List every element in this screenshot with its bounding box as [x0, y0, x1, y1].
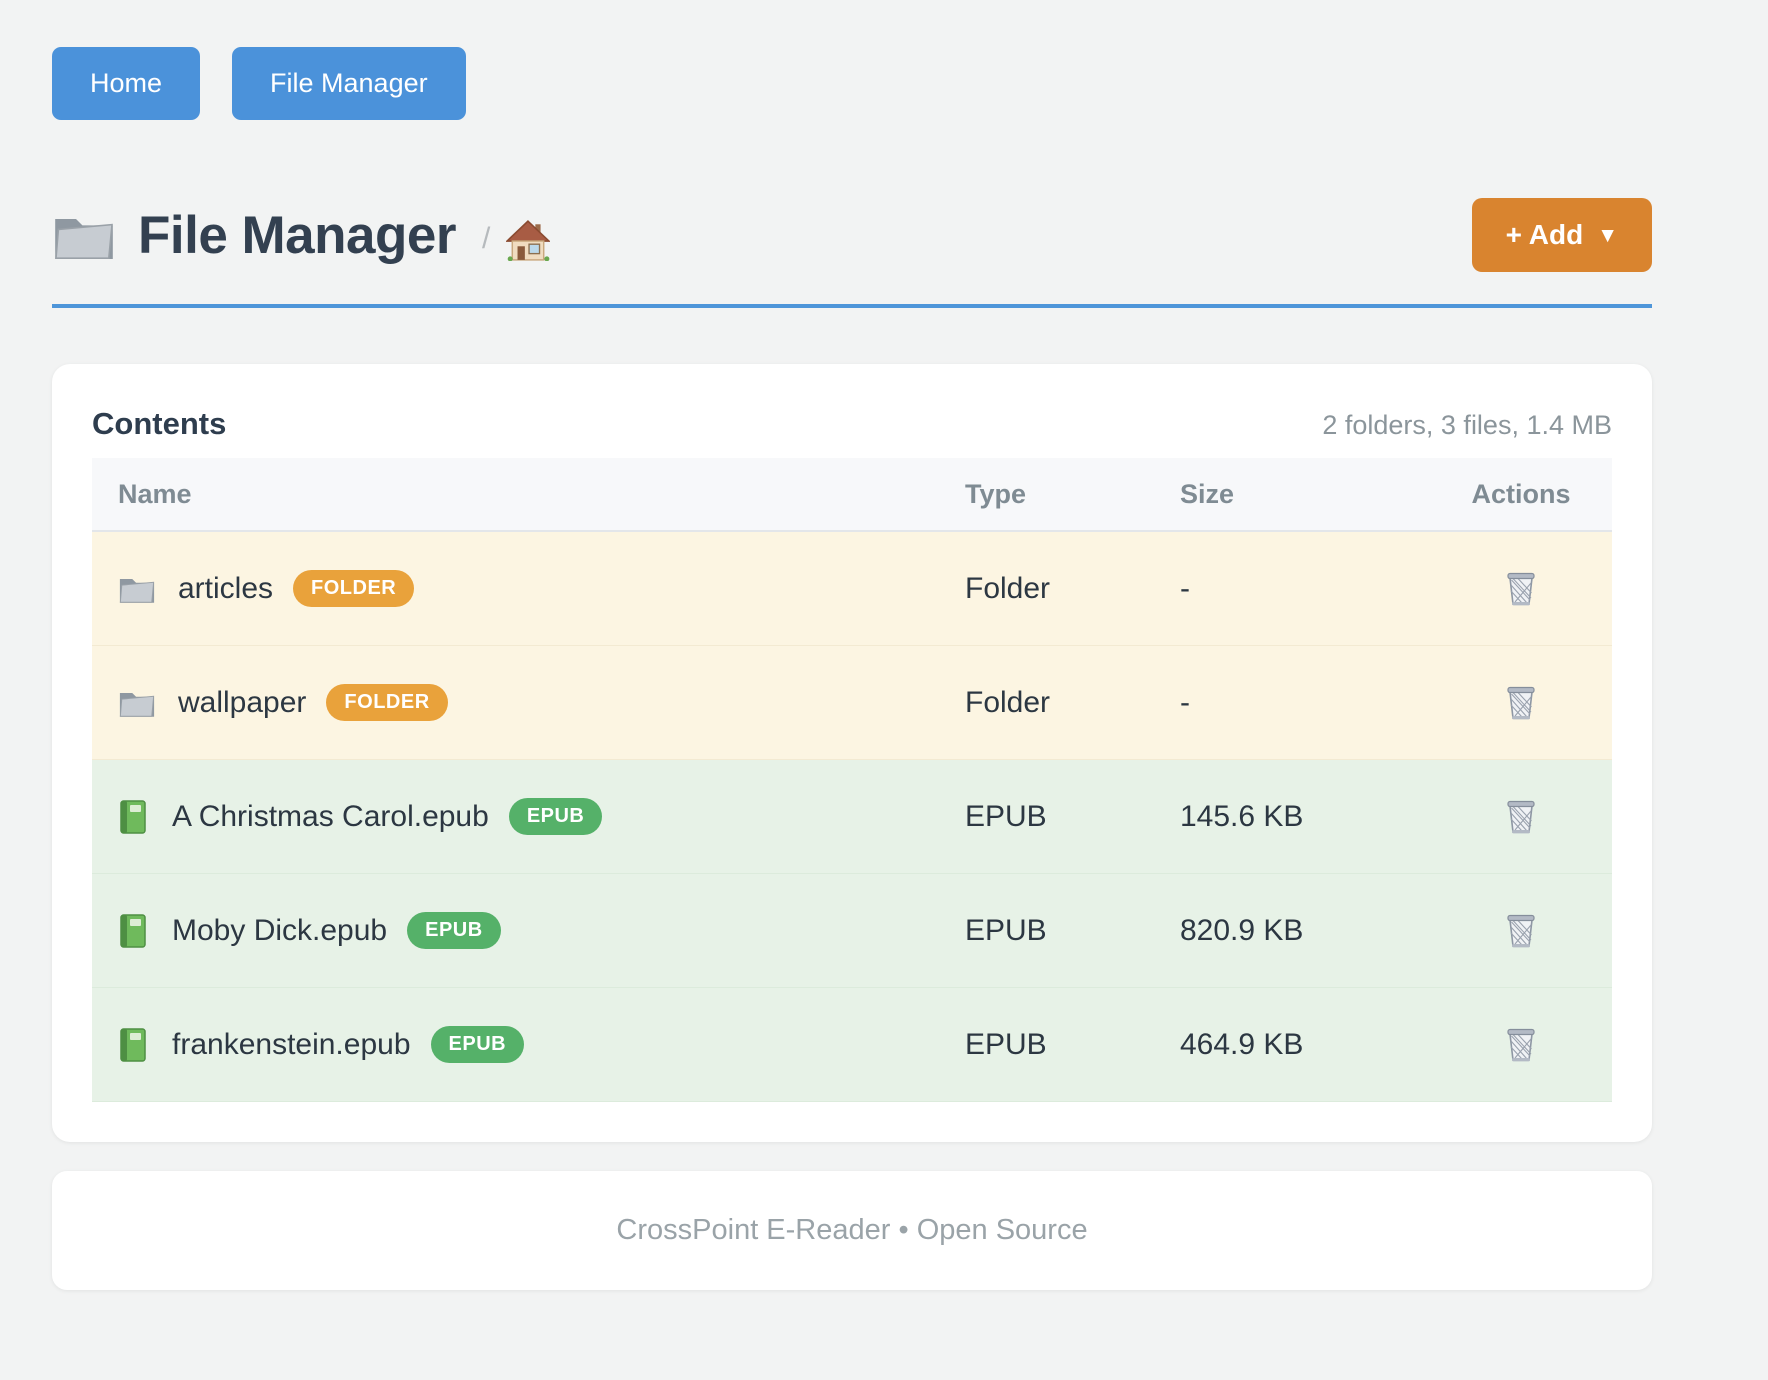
breadcrumb-separator: / — [482, 222, 490, 256]
file-actions-cell — [1430, 565, 1612, 613]
folder-icon — [52, 207, 116, 263]
table-row[interactable]: articles FOLDER Folder - — [92, 532, 1612, 646]
book-icon — [118, 799, 148, 835]
delete-button[interactable] — [1499, 793, 1543, 841]
trash-icon — [1503, 1025, 1539, 1065]
contents-heading: Contents — [92, 406, 226, 442]
column-header-actions: Actions — [1430, 479, 1612, 510]
file-name: wallpaper — [178, 686, 306, 720]
type-badge: EPUB — [431, 1026, 525, 1063]
file-type-cell: Folder — [965, 572, 1180, 606]
file-name: articles — [178, 572, 273, 606]
file-actions-cell — [1430, 679, 1612, 727]
file-name-cell[interactable]: wallpaper FOLDER — [92, 684, 965, 721]
file-table: Name Type Size Actions articles FOLDER F… — [92, 458, 1612, 1102]
table-row[interactable]: Moby Dick.epub EPUB EPUB 820.9 KB — [92, 874, 1612, 988]
contents-summary: 2 folders, 3 files, 1.4 MB — [1322, 410, 1612, 441]
file-type-cell: EPUB — [965, 914, 1180, 948]
file-size-cell: - — [1180, 686, 1430, 720]
file-actions-cell — [1430, 907, 1612, 955]
footer-text: CrossPoint E-Reader • Open Source — [616, 1214, 1087, 1247]
folder-icon — [118, 572, 156, 605]
file-name-cell[interactable]: frankenstein.epub EPUB — [92, 1026, 965, 1063]
title-group: File Manager / — [52, 205, 550, 266]
file-type-cell: EPUB — [965, 800, 1180, 834]
trash-icon — [1503, 683, 1539, 723]
type-badge: FOLDER — [326, 684, 447, 721]
top-nav: Home File Manager — [52, 0, 1652, 120]
table-header-row: Name Type Size Actions — [92, 458, 1612, 532]
table-row[interactable]: A Christmas Carol.epub EPUB EPUB 145.6 K… — [92, 760, 1612, 874]
type-badge: EPUB — [407, 912, 501, 949]
file-type-cell: Folder — [965, 686, 1180, 720]
delete-button[interactable] — [1499, 565, 1543, 613]
divider — [52, 304, 1652, 308]
page: Home File Manager File Manager / + Add ▼… — [52, 0, 1652, 1290]
file-type-cell: EPUB — [965, 1028, 1180, 1062]
file-name-cell[interactable]: A Christmas Carol.epub EPUB — [92, 798, 965, 835]
delete-button[interactable] — [1499, 907, 1543, 955]
column-header-name: Name — [92, 479, 965, 510]
delete-button[interactable] — [1499, 679, 1543, 727]
table-body: articles FOLDER Folder - wallpaper FOLDE… — [92, 532, 1612, 1102]
file-size-cell: 464.9 KB — [1180, 1028, 1430, 1062]
table-row[interactable]: frankenstein.epub EPUB EPUB 464.9 KB — [92, 988, 1612, 1102]
trash-icon — [1503, 911, 1539, 951]
folder-icon — [118, 686, 156, 719]
contents-card: Contents 2 folders, 3 files, 1.4 MB Name… — [52, 364, 1652, 1142]
footer-card: CrossPoint E-Reader • Open Source — [52, 1171, 1652, 1290]
type-badge: FOLDER — [293, 570, 414, 607]
home-button[interactable]: Home — [52, 47, 200, 120]
add-button-label: + Add — [1506, 221, 1584, 249]
book-icon — [118, 1027, 148, 1063]
file-actions-cell — [1430, 1021, 1612, 1069]
table-row[interactable]: wallpaper FOLDER Folder - — [92, 646, 1612, 760]
trash-icon — [1503, 797, 1539, 837]
contents-card-header: Contents 2 folders, 3 files, 1.4 MB — [92, 406, 1612, 442]
page-title: File Manager — [138, 205, 456, 266]
page-header: File Manager / + Add ▼ — [52, 198, 1652, 272]
file-name-cell[interactable]: articles FOLDER — [92, 570, 965, 607]
type-badge: EPUB — [509, 798, 603, 835]
file-name-cell[interactable]: Moby Dick.epub EPUB — [92, 912, 965, 949]
file-name: A Christmas Carol.epub — [172, 800, 489, 834]
chevron-down-icon: ▼ — [1597, 225, 1618, 246]
column-header-type: Type — [965, 479, 1180, 510]
file-name: Moby Dick.epub — [172, 914, 387, 948]
home-breadcrumb-icon[interactable] — [506, 219, 550, 261]
file-size-cell: 820.9 KB — [1180, 914, 1430, 948]
column-header-size: Size — [1180, 479, 1430, 510]
trash-icon — [1503, 569, 1539, 609]
file-size-cell: - — [1180, 572, 1430, 606]
file-manager-button[interactable]: File Manager — [232, 47, 466, 120]
book-icon — [118, 913, 148, 949]
add-button[interactable]: + Add ▼ — [1472, 198, 1652, 272]
delete-button[interactable] — [1499, 1021, 1543, 1069]
file-actions-cell — [1430, 793, 1612, 841]
file-name: frankenstein.epub — [172, 1028, 411, 1062]
file-size-cell: 145.6 KB — [1180, 800, 1430, 834]
